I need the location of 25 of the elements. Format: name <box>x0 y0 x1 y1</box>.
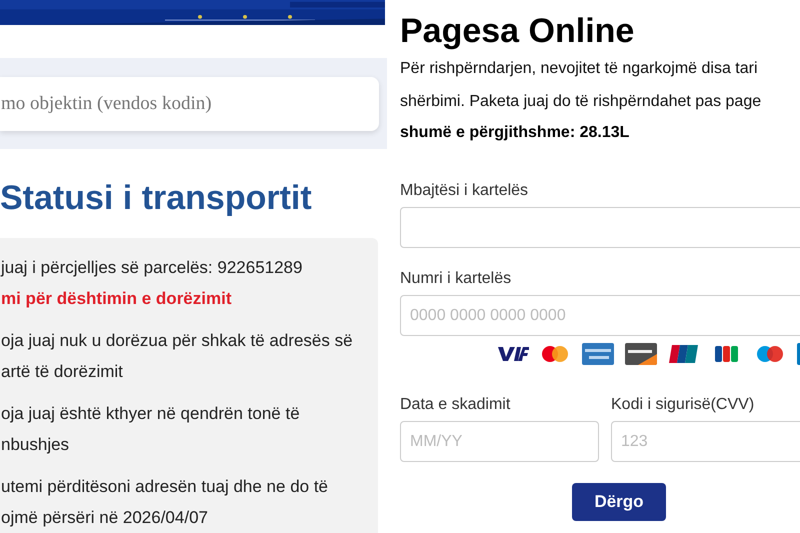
status-text: juaj i përcjelljes së parcelës: 922651289 <box>1 257 304 279</box>
alert-text: mi për dështimin e dorëzimit <box>1 288 232 310</box>
card-logo-icon <box>581 342 615 366</box>
description-text: shërbimi. Paketa juaj do të rishpërndahet pas page <box>400 92 762 112</box>
status-text: artë të dorëzimit <box>1 361 124 383</box>
cvv-field[interactable]: 123 <box>611 421 800 462</box>
cardholder-field[interactable] <box>400 207 800 248</box>
description-text: Për rishpërndarjen, nevojitet të ngarkojmë disa tari <box>400 59 759 79</box>
status-text: oja juaj nuk u dorëzua për shkak të adresës së <box>1 330 354 352</box>
status-text: oja juaj është kthyer në qendrën tonë të <box>1 403 301 425</box>
section-heading: Statusi i transportit <box>0 179 313 218</box>
field-label: Mbajtësi i kartelës <box>400 182 530 200</box>
field-label: Kodi i sigurisë(CVV) <box>611 396 756 414</box>
status-text: ojmë përsëri në 2026/04/07 <box>1 507 209 529</box>
total-amount: shumë e përgjithshme: 28.13L <box>400 123 630 143</box>
card-logo-icon <box>624 342 658 366</box>
payment-title: Pagesa Online <box>400 12 636 51</box>
tracking-code-field[interactable]: mo objektin (vendos kodin) <box>0 76 379 131</box>
card-number-field[interactable]: 0000 0000 0000 0000 <box>400 295 800 336</box>
status-text: nbushjes <box>1 434 70 456</box>
status-text: utemi përditësoni adresën tuaj dhe ne do të <box>1 476 330 498</box>
field-label: Numri i kartelës <box>400 270 512 288</box>
submit-button[interactable]: Dërgo <box>572 483 666 521</box>
field-label: Data e skadimit <box>400 396 512 414</box>
expiry-field[interactable]: MM/YY <box>400 421 599 462</box>
